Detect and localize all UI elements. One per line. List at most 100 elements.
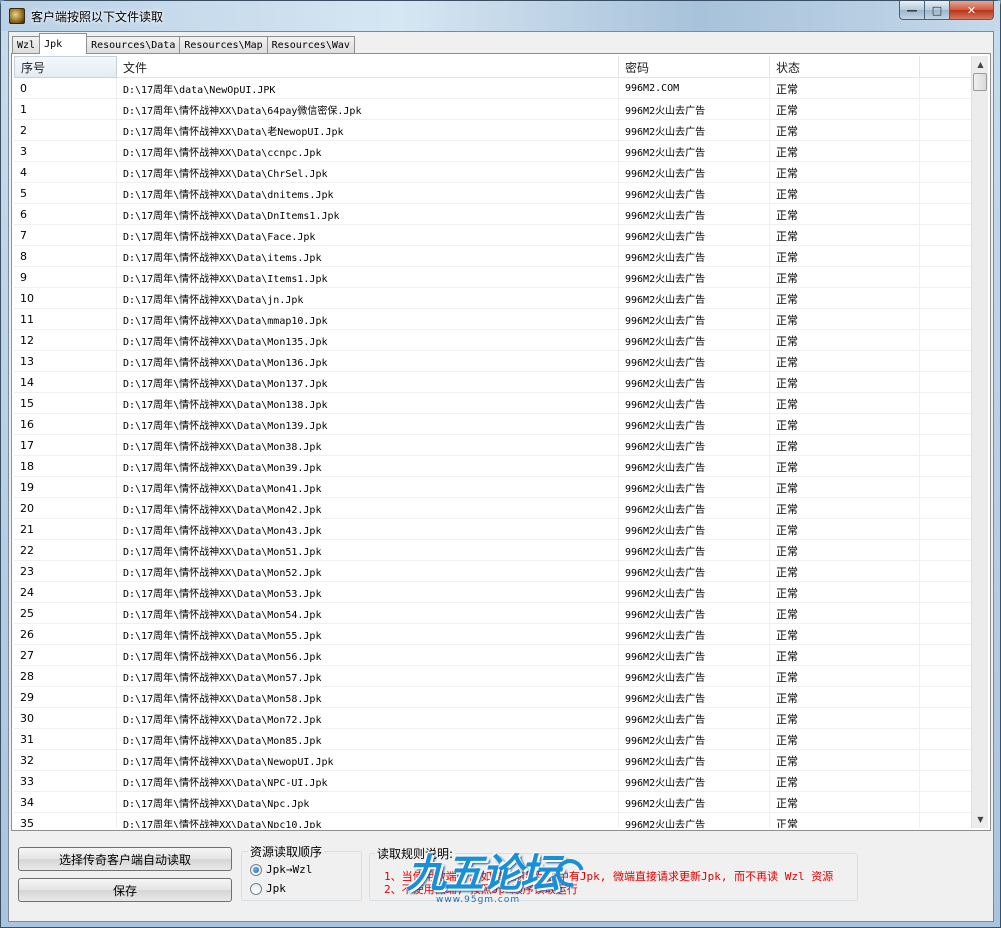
row-file: D:\17周年\情怀战神XX\Data\mmap10.Jpk xyxy=(117,309,619,330)
row-status: 正常 xyxy=(770,78,920,99)
minimize-button[interactable]: — xyxy=(899,1,925,20)
tab-resources-map[interactable]: Resources\Map xyxy=(179,36,268,54)
row-file: D:\17周年\情怀战神XX\Data\Mon55.Jpk xyxy=(117,624,619,645)
table-row[interactable]: 7 D:\17周年\情怀战神XX\Data\Face.Jpk 996M2火山去广告正… xyxy=(14,225,972,246)
vertical-scrollbar[interactable]: ▲ ▼ xyxy=(971,56,988,828)
table-row[interactable]: 32 D:\17周年\情怀战神XX\Data\NewopUI.Jpk 996M2火山… xyxy=(14,750,972,771)
radio-checked-icon[interactable] xyxy=(250,863,262,876)
save-button[interactable]: 保存 xyxy=(18,878,232,902)
table-row[interactable]: 4 D:\17周年\情怀战神XX\Data\ChrSel.Jpk 996M2火山去广… xyxy=(14,162,972,183)
row-index: 32 xyxy=(14,750,117,771)
row-status: 正常 xyxy=(770,204,920,225)
radio-jpk[interactable]: Jpk xyxy=(250,882,286,895)
table-row[interactable]: 34 D:\17周年\情怀战神XX\Data\Npc.Jpk 996M2火山去广告正… xyxy=(14,792,972,813)
row-status: 正常 xyxy=(770,393,920,414)
table-row[interactable]: 33 D:\17周年\情怀战神XX\Data\NPC-UI.Jpk 996M2火山去… xyxy=(14,771,972,792)
table-row[interactable]: 25 D:\17周年\情怀战神XX\Data\Mon54.Jpk 996M2火山去广… xyxy=(14,603,972,624)
file-list[interactable]: 序号 文件 密码 状态 0 D:\17周年\data\NewOpUI.JPK 996… xyxy=(14,56,972,828)
table-row[interactable]: 16 D:\17周年\情怀战神XX\Data\Mon139.Jpk 996M2火山去… xyxy=(14,414,972,435)
row-password: 996M2火山去广告 xyxy=(619,225,770,246)
table-row[interactable]: 31 D:\17周年\情怀战神XX\Data\Mon85.Jpk 996M2火山去广… xyxy=(14,729,972,750)
table-row[interactable]: 30 D:\17周年\情怀战神XX\Data\Mon72.Jpk 996M2火山去广… xyxy=(14,708,972,729)
table-row[interactable]: 12 D:\17周年\情怀战神XX\Data\Mon135.Jpk 996M2火山去… xyxy=(14,330,972,351)
row-status: 正常 xyxy=(770,603,920,624)
row-status: 正常 xyxy=(770,267,920,288)
row-password: 996M2火山去广告 xyxy=(619,393,770,414)
table-row[interactable]: 29 D:\17周年\情怀战神XX\Data\Mon58.Jpk 996M2火山去广… xyxy=(14,687,972,708)
row-status: 正常 xyxy=(770,183,920,204)
table-row[interactable]: 27 D:\17周年\情怀战神XX\Data\Mon56.Jpk 996M2火山去广… xyxy=(14,645,972,666)
table-row[interactable]: 0 D:\17周年\data\NewOpUI.JPK 996M2.COM 正常 xyxy=(14,78,972,99)
window-title: 客户端按照以下文件读取 xyxy=(31,10,164,24)
table-row[interactable]: 3 D:\17周年\情怀战神XX\Data\ccnpc.Jpk 996M2火山去广告… xyxy=(14,141,972,162)
scroll-down-icon[interactable]: ▼ xyxy=(972,811,989,828)
scroll-thumb[interactable] xyxy=(973,73,987,91)
list-header: 序号 文件 密码 状态 xyxy=(14,56,972,78)
row-index: 5 xyxy=(14,183,117,204)
table-row[interactable]: 6 D:\17周年\情怀战神XX\Data\DnItems1.Jpk 996M2火山… xyxy=(14,204,972,225)
table-row[interactable]: 11 D:\17周年\情怀战神XX\Data\mmap10.Jpk 996M2火山去… xyxy=(14,309,972,330)
table-row[interactable]: 21 D:\17周年\情怀战神XX\Data\Mon43.Jpk 996M2火山去广… xyxy=(14,519,972,540)
radio-jpk-wzl[interactable]: Jpk→Wzl xyxy=(250,863,312,876)
table-row[interactable]: 13 D:\17周年\情怀战神XX\Data\Mon136.Jpk 996M2火山去… xyxy=(14,351,972,372)
row-status: 正常 xyxy=(770,351,920,372)
table-row[interactable]: 26 D:\17周年\情怀战神XX\Data\Mon55.Jpk 996M2火山去广… xyxy=(14,624,972,645)
table-row[interactable]: 1 D:\17周年\情怀战神XX\Data\64pay微信密保.Jpk 996M2火… xyxy=(14,99,972,120)
table-row[interactable]: 10 D:\17周年\情怀战神XX\Data\jn.Jpk 996M2火山去广告 正常 xyxy=(14,288,972,309)
row-file: D:\17周年\情怀战神XX\Data\jn.Jpk xyxy=(117,288,619,309)
row-index: 14 xyxy=(14,372,117,393)
row-password: 996M2火山去广告 xyxy=(619,414,770,435)
row-file: D:\17周年\情怀战神XX\Data\Mon52.Jpk xyxy=(117,561,619,582)
row-status: 正常 xyxy=(770,708,920,729)
tab-resources-wav[interactable]: Resources\Wav xyxy=(266,36,355,54)
row-index: 24 xyxy=(14,582,117,603)
row-file: D:\17周年\情怀战神XX\Data\dnitems.Jpk xyxy=(117,183,619,204)
row-index: 15 xyxy=(14,393,117,414)
row-password: 996M2火山去广告 xyxy=(619,435,770,456)
table-row[interactable]: 35 D:\17周年\情怀战神XX\Data\Npc10.Jpk 996M2火山去广… xyxy=(14,813,972,828)
auto-read-button[interactable]: 选择传奇客户端自动读取 xyxy=(18,847,232,871)
column-header-password[interactable]: 密码 xyxy=(619,56,770,78)
row-password: 996M2火山去广告 xyxy=(619,750,770,771)
row-index: 6 xyxy=(14,204,117,225)
column-header-file[interactable]: 文件 xyxy=(117,56,619,78)
tab-jpk[interactable]: Jpk xyxy=(39,33,88,54)
table-row[interactable]: 24 D:\17周年\情怀战神XX\Data\Mon53.Jpk 996M2火山去广… xyxy=(14,582,972,603)
table-row[interactable]: 22 D:\17周年\情怀战神XX\Data\Mon51.Jpk 996M2火山去广… xyxy=(14,540,972,561)
row-index: 26 xyxy=(14,624,117,645)
row-password: 996M2火山去广告 xyxy=(619,99,770,120)
row-index: 34 xyxy=(14,792,117,813)
table-row[interactable]: 28 D:\17周年\情怀战神XX\Data\Mon57.Jpk 996M2火山去广… xyxy=(14,666,972,687)
table-row[interactable]: 20 D:\17周年\情怀战神XX\Data\Mon42.Jpk 996M2火山去广… xyxy=(14,498,972,519)
table-row[interactable]: 23 D:\17周年\情怀战神XX\Data\Mon52.Jpk 996M2火山去广… xyxy=(14,561,972,582)
maximize-button[interactable]: □ xyxy=(925,1,950,20)
table-row[interactable]: 19 D:\17周年\情怀战神XX\Data\Mon41.Jpk 996M2火山去广… xyxy=(14,477,972,498)
row-password: 996M2火山去广告 xyxy=(619,477,770,498)
row-password: 996M2火山去广告 xyxy=(619,792,770,813)
row-status: 正常 xyxy=(770,120,920,141)
row-index: 1 xyxy=(14,99,117,120)
row-status: 正常 xyxy=(770,582,920,603)
tab-wzl[interactable]: Wzl xyxy=(12,36,41,54)
table-row[interactable]: 17 D:\17周年\情怀战神XX\Data\Mon38.Jpk 996M2火山去广… xyxy=(14,435,972,456)
table-row[interactable]: 14 D:\17周年\情怀战神XX\Data\Mon137.Jpk 996M2火山去… xyxy=(14,372,972,393)
column-header-status[interactable]: 状态 xyxy=(770,56,920,78)
row-index: 35 xyxy=(14,813,117,828)
table-row[interactable]: 15 D:\17周年\情怀战神XX\Data\Mon138.Jpk 996M2火山去… xyxy=(14,393,972,414)
tab-resources-data[interactable]: Resources\Data xyxy=(86,36,181,54)
radio-unchecked-icon[interactable] xyxy=(250,882,262,895)
row-status: 正常 xyxy=(770,666,920,687)
table-row[interactable]: 8 D:\17周年\情怀战神XX\Data\items.Jpk 996M2火山去广告… xyxy=(14,246,972,267)
table-row[interactable]: 2 D:\17周年\情怀战神XX\Data\老NewopUI.Jpk 996M2火山… xyxy=(14,120,972,141)
scroll-up-icon[interactable]: ▲ xyxy=(972,56,989,73)
close-button[interactable]: ✕ xyxy=(950,1,994,20)
column-header-index[interactable]: 序号 xyxy=(14,56,117,78)
title-bar[interactable]: 客户端按照以下文件读取 — □ ✕ xyxy=(1,1,1000,31)
row-file: D:\17周年\情怀战神XX\Data\Mon57.Jpk xyxy=(117,666,619,687)
table-row[interactable]: 18 D:\17周年\情怀战神XX\Data\Mon39.Jpk 996M2火山去广… xyxy=(14,456,972,477)
table-row[interactable]: 9 D:\17周年\情怀战神XX\Data\Items1.Jpk 996M2火山去广… xyxy=(14,267,972,288)
watermark-logo: 九五论坛 www.95gm.com xyxy=(396,839,601,924)
tab-panel-jpk: 序号 文件 密码 状态 0 D:\17周年\data\NewOpUI.JPK 996… xyxy=(11,53,991,831)
row-index: 9 xyxy=(14,267,117,288)
table-row[interactable]: 5 D:\17周年\情怀战神XX\Data\dnitems.Jpk 996M2火山去… xyxy=(14,183,972,204)
